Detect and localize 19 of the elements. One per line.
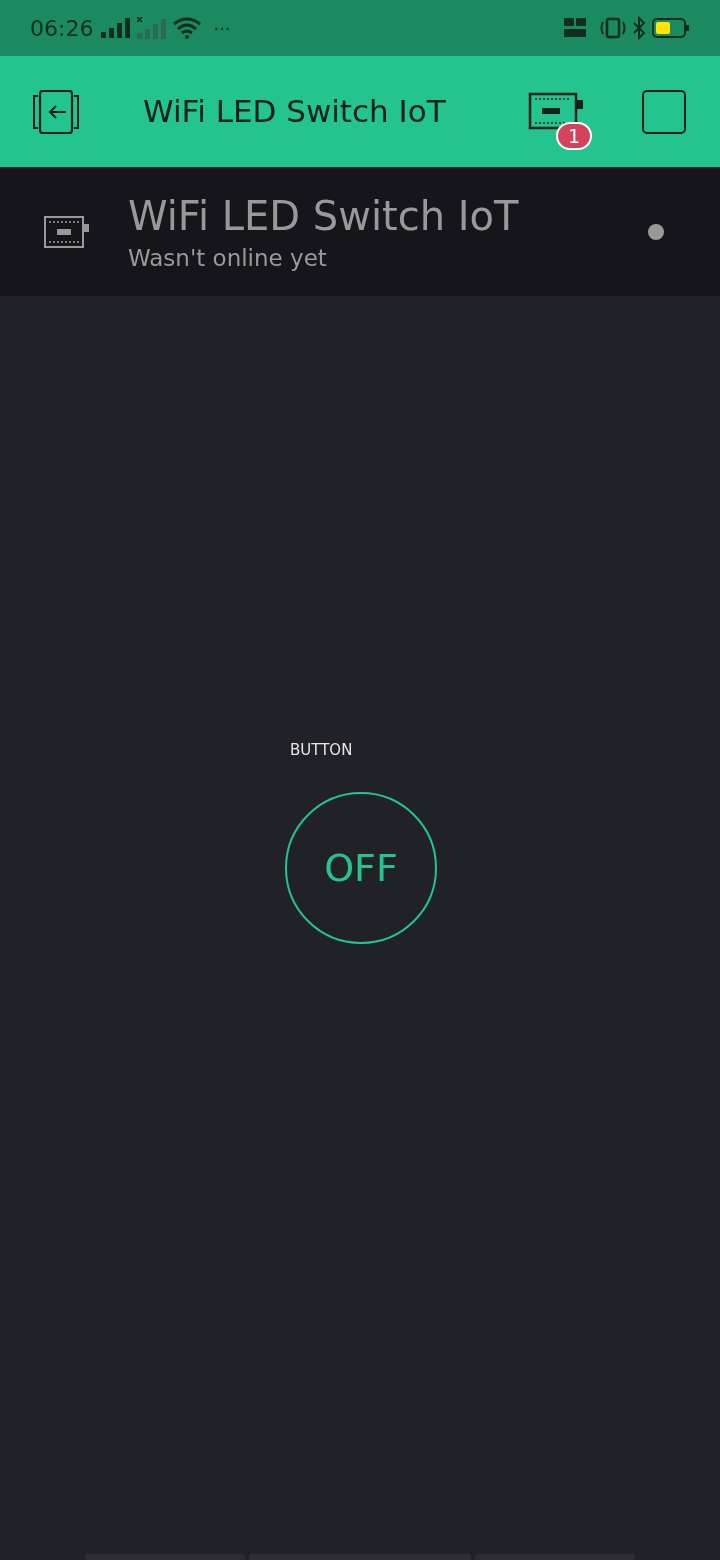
bluetooth-icon: [632, 16, 646, 40]
device-icon: [44, 215, 90, 249]
toggle-button[interactable]: OFF: [285, 792, 437, 944]
battery-icon: [652, 18, 690, 38]
wifi-icon: [173, 17, 202, 39]
stop-icon[interactable]: [642, 89, 686, 134]
header-title: WiFi LED Switch IoT: [143, 92, 446, 132]
device-button[interactable]: 1: [528, 89, 592, 150]
device-row[interactable]: WiFi LED Switch IoT Wasn't online yet: [0, 168, 720, 296]
signal-icon: [101, 18, 132, 38]
vibrate-icon: [598, 17, 628, 39]
exit-icon[interactable]: [32, 89, 80, 134]
device-name: WiFi LED Switch IoT: [128, 192, 519, 241]
no-signal-icon: [137, 17, 168, 39]
more-notifications: ···: [213, 16, 231, 41]
clock: 06:26: [30, 14, 94, 43]
device-status: Wasn't online yet: [128, 244, 328, 273]
widget-label: BUTTON: [289, 740, 354, 760]
notification-badge: 1: [556, 121, 592, 150]
